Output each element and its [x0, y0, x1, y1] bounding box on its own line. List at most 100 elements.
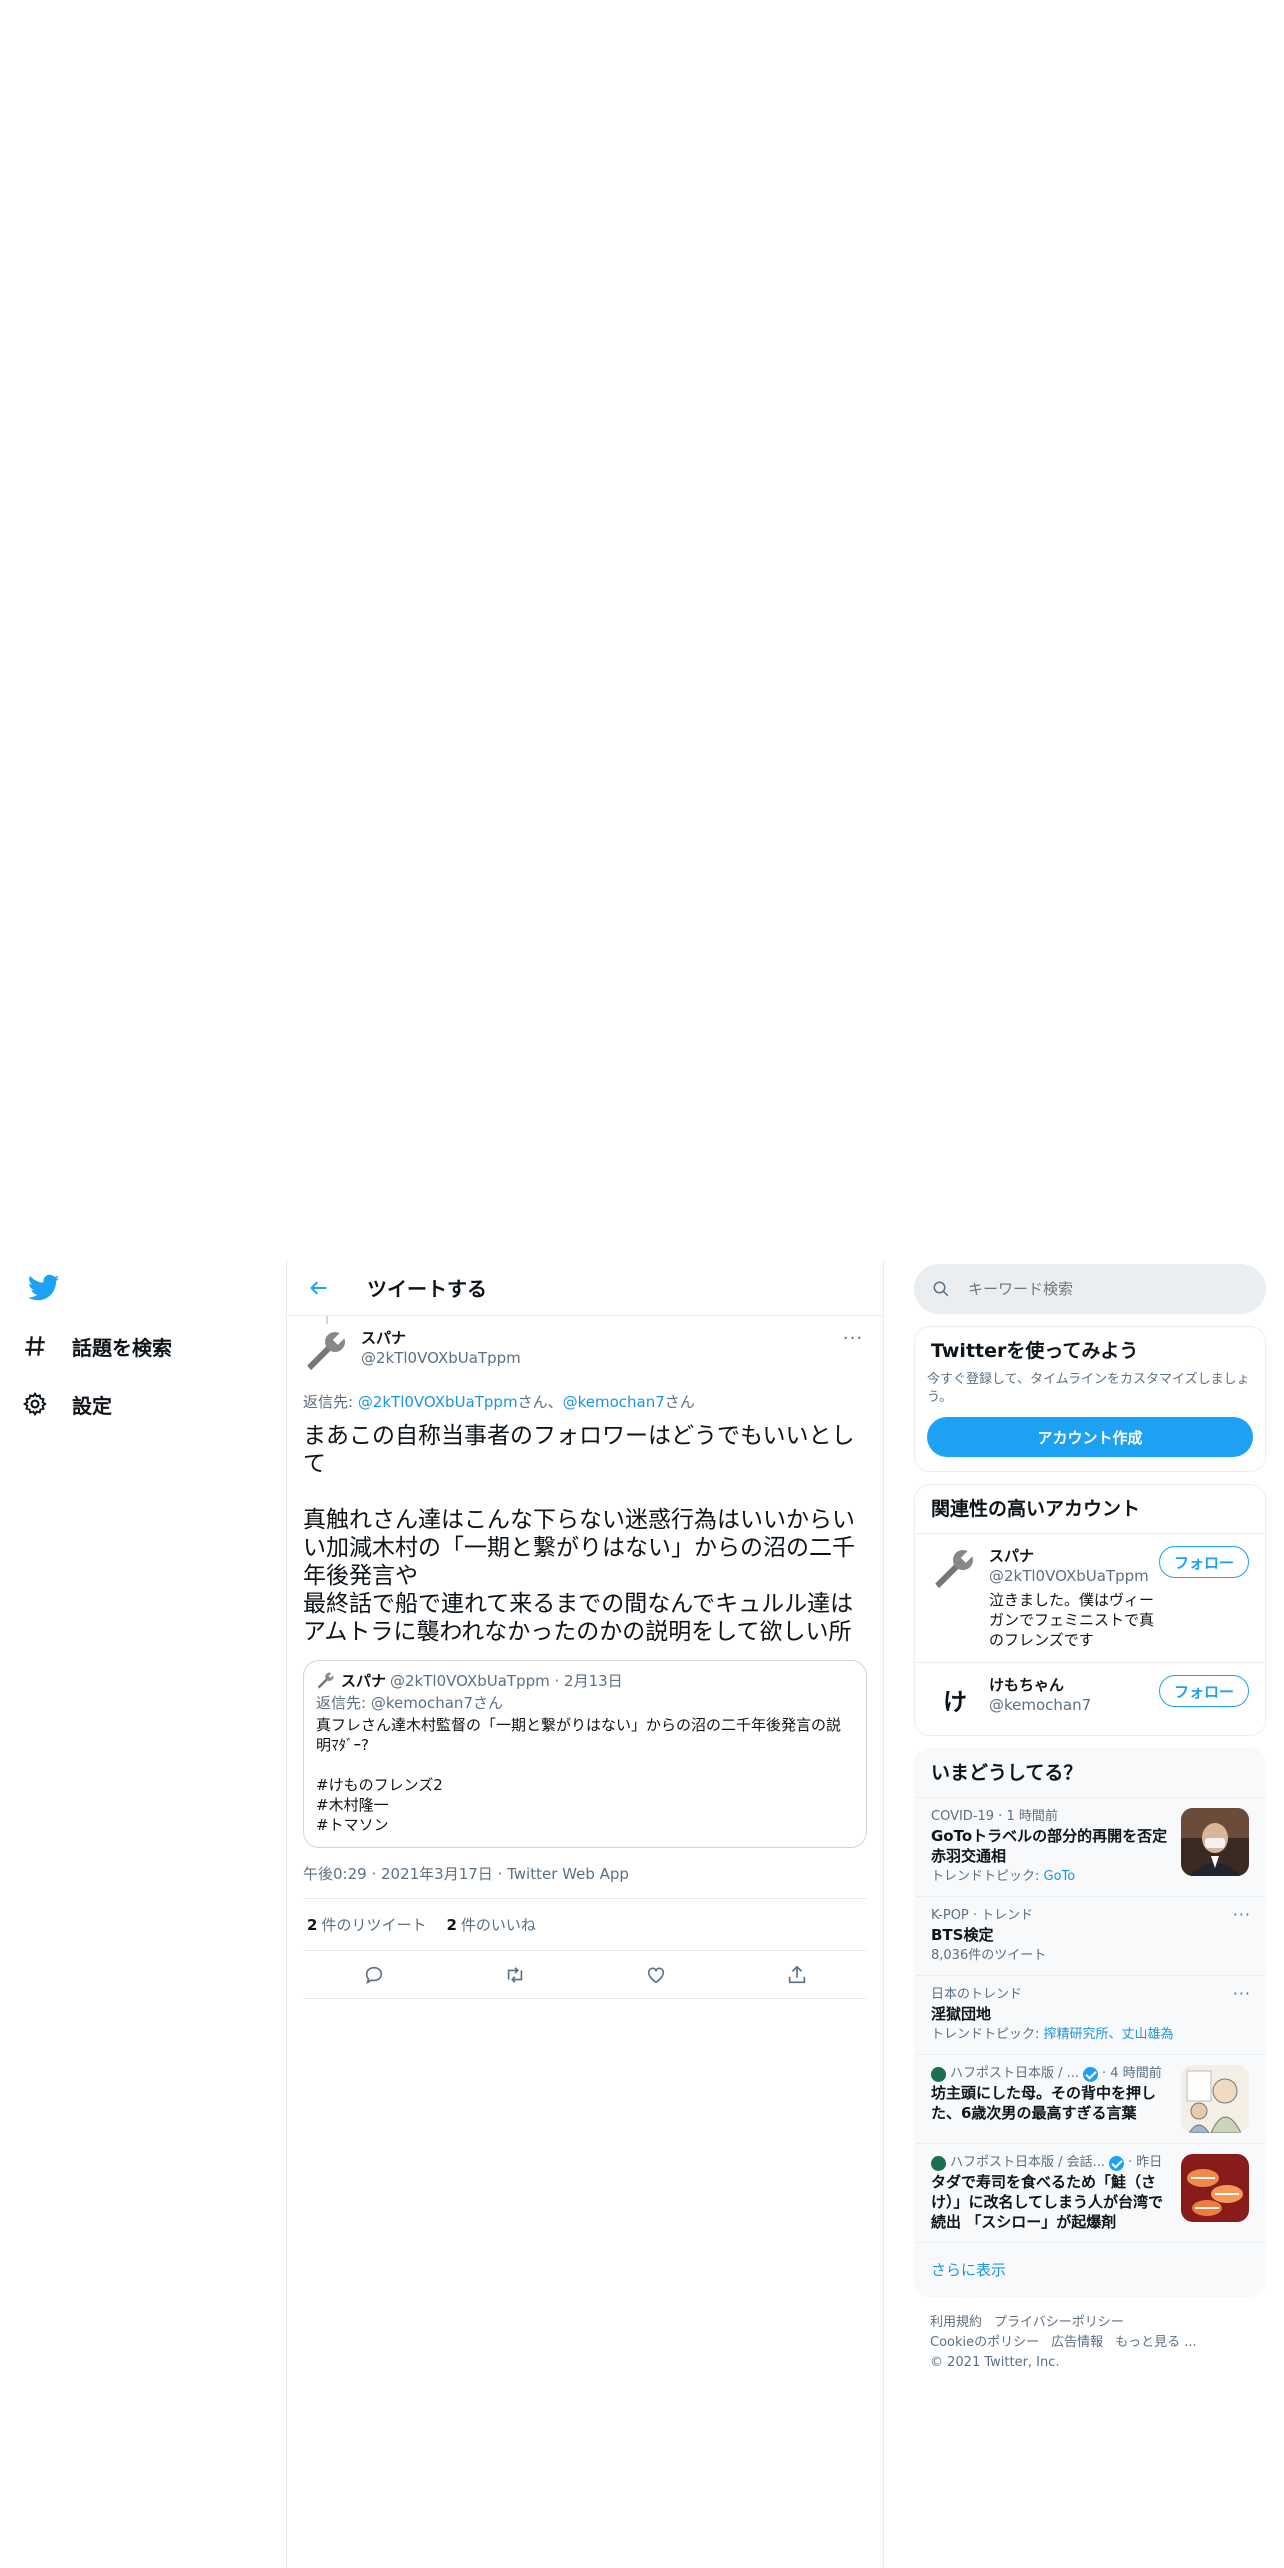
main-header: ツイートする	[287, 1260, 883, 1316]
related-accounts-card: 関連性の高いアカウント スパナ @2kTl0VOXbUaTppm 泣きました。僕…	[914, 1484, 1266, 1736]
reply-user-link[interactable]: @2kTl0VOXbUaTppm	[358, 1393, 518, 1411]
trend-title: 淫獄団地	[931, 2005, 992, 2023]
nav-item-label: 設定	[72, 1393, 112, 1418]
main-column: ツイートする スパナ @2kTl0VOXbUaTppm ··· 返信先: @2k…	[286, 1260, 884, 2568]
nav-item-settings[interactable]: 設定	[22, 1376, 112, 1432]
quote-header: スパナ @2kTl0VOXbUaTppm · 2月13日	[316, 1671, 854, 1691]
reply-user-link[interactable]: @kemochan7	[563, 1393, 665, 1411]
trend-sub: 8,036件のツイート	[931, 1948, 1047, 1963]
hashtag-icon	[22, 1331, 72, 1361]
trend-topic-link[interactable]: GoTo	[1044, 1869, 1076, 1884]
more-options-icon[interactable]: ···	[1233, 1905, 1251, 1924]
reply-icon[interactable]	[354, 1955, 394, 1995]
reply-to: 返信先: @2kTl0VOXbUaTppmさん、@kemochan7さん	[303, 1392, 867, 1412]
more-options-icon[interactable]: ···	[1233, 1984, 1251, 2003]
signup-title: Twitterを使ってみよう	[931, 1340, 1139, 1362]
author-handle[interactable]: @2kTl0VOXbUaTppm	[361, 1348, 839, 1368]
trends-title: いまどうしてる？	[931, 1762, 1083, 1784]
footer-link[interactable]: Cookieのポリシー	[930, 2335, 1039, 2350]
tweet-actions	[303, 1951, 867, 1999]
reply-prefix: 返信先:	[303, 1393, 358, 1411]
trend-thumbnail	[1181, 2065, 1249, 2133]
tweet-author-row: スパナ @2kTl0VOXbUaTppm ···	[303, 1316, 867, 1376]
left-nav: 話題を検索 設定	[0, 1260, 286, 2568]
retweet-count[interactable]: 2 件のリツイート	[307, 1914, 426, 1935]
quote-reply-to: 返信先: @kemochan7さん	[316, 1694, 503, 1712]
trend-item[interactable]: 日本のトレンド 淫獄団地 トレンドトピック: 搾精研究所、丈山雄為 ···	[915, 1975, 1265, 2054]
search-input[interactable]	[968, 1280, 1228, 1298]
trend-title: GoToトラベルの部分的再開を否定 赤羽交通相	[931, 1827, 1168, 1865]
follow-button[interactable]: フォロー	[1158, 1546, 1249, 1578]
trend-item[interactable]: ハフポスト日本版 / 会話... · 昨日 タダで寿司を食べるため「鮭（さけ）」に…	[915, 2143, 1265, 2242]
trend-item[interactable]: K-POP · トレンド BTS検定 8,036件のツイート ···	[915, 1896, 1265, 1975]
account-item[interactable]: スパナ @2kTl0VOXbUaTppm 泣きました。僕はヴィーガンでフェミニス…	[915, 1533, 1265, 1662]
verified-icon	[1083, 2066, 1099, 2082]
account-info: けもちゃん @kemochan7	[989, 1675, 1159, 1715]
trend-item[interactable]: COVID-19 · 1 時間前 GoToトラベルの部分的再開を否定 赤羽交通相…	[915, 1797, 1265, 1896]
quoted-tweet[interactable]: スパナ @2kTl0VOXbUaTppm · 2月13日 返信先: @kemoc…	[303, 1660, 867, 1848]
related-title: 関連性の高いアカウント	[931, 1498, 1141, 1520]
trend-time: · 4 時間前	[1102, 2066, 1162, 2081]
trend-info: COVID-19 · 1 時間前 GoToトラベルの部分的再開を否定 赤羽交通相…	[931, 1808, 1171, 1886]
avatar[interactable]	[303, 1328, 351, 1376]
trend-item[interactable]: ハフポスト日本版 / ... · 4 時間前 坊主頭にした母。その背中を押した、6…	[915, 2054, 1265, 2143]
account-item[interactable]: け けもちゃん @kemochan7 フォロー	[915, 1662, 1265, 1735]
trend-sub: トレンドトピック: 搾精研究所、丈山雄為	[931, 2026, 1249, 2044]
tweet-stats: 2 件のリツイート 2 件のいいね	[303, 1899, 867, 1951]
like-label: 件のいいね	[460, 1916, 536, 1934]
blank-area	[0, 0, 1284, 1260]
trend-title: タダで寿司を食べるため「鮭（さけ）」に改名してしまう人が台湾で続出 「スシロー」…	[931, 2173, 1164, 2231]
author-name[interactable]: スパナ	[361, 1328, 839, 1348]
publisher-icon	[931, 2155, 946, 2171]
trend-source: ハフポスト日本版 / ...	[950, 2066, 1080, 2081]
avatar: け	[931, 1675, 979, 1723]
retweet-icon[interactable]	[495, 1955, 535, 1995]
more-options-icon[interactable]: ···	[839, 1328, 867, 1349]
show-more-link[interactable]: さらに表示	[915, 2242, 1265, 2296]
trend-thumbnail	[1181, 1808, 1249, 1876]
trend-meta: ハフポスト日本版 / 会話... · 昨日	[931, 2154, 1171, 2172]
trend-meta: COVID-19 · 1 時間前	[931, 1809, 1058, 1824]
signup-desc: 今すぐ登録して、タイムラインをカスタマイズしましょう。	[927, 1372, 1250, 1405]
account-name: スパナ	[989, 1547, 1035, 1565]
footer: 利用規約 プライバシーポリシー Cookieのポリシー 広告情報 もっと見る ... …	[914, 2297, 1266, 2389]
trend-source: ハフポスト日本版 / 会話...	[950, 2155, 1106, 2170]
trend-info: K-POP · トレンド BTS検定 8,036件のツイート	[931, 1907, 1249, 1965]
publisher-icon	[931, 2066, 946, 2082]
like-icon[interactable]	[636, 1955, 676, 1995]
quote-author-name: スパナ	[341, 1672, 387, 1690]
account-name: けもちゃん	[989, 1676, 1065, 1694]
thread-line	[326, 1316, 328, 1324]
account-handle: @kemochan7	[989, 1696, 1092, 1714]
like-count[interactable]: 2 件のいいね	[446, 1914, 535, 1935]
trend-topic-link[interactable]: 搾精研究所、丈山雄為	[1044, 2027, 1174, 2042]
twitter-bird-icon[interactable]	[27, 1274, 62, 1304]
verified-icon	[1109, 2155, 1125, 2171]
search-bar[interactable]	[914, 1264, 1266, 1314]
footer-link[interactable]: プライバシーポリシー	[994, 2315, 1124, 2330]
reply-suffix: さん	[664, 1393, 695, 1411]
trend-meta: K-POP · トレンド	[931, 1908, 1034, 1923]
reply-sep: さん、	[517, 1393, 563, 1411]
tweet-text: まあこの自称当事者のフォロワーはどうでもいいとして 真触れさん達はこんな下らない…	[303, 1423, 855, 1645]
like-number: 2	[446, 1916, 457, 1934]
copyright: © 2021 Twitter, Inc.	[930, 2355, 1060, 2370]
share-icon[interactable]	[777, 1955, 817, 1995]
back-button[interactable]	[301, 1270, 337, 1306]
trend-title: BTS検定	[931, 1926, 994, 1944]
trend-info: 日本のトレンド 淫獄団地 トレンドトピック: 搾精研究所、丈山雄為	[931, 1986, 1249, 2044]
tweet-timestamp[interactable]: 午後0:29 · 2021年3月17日 · Twitter Web App	[303, 1864, 867, 1899]
footer-row: Cookieのポリシー 広告情報 もっと見る ...	[930, 2333, 1250, 2353]
follow-button[interactable]: フォロー	[1158, 1675, 1249, 1707]
nav-item-explore[interactable]: 話題を検索	[22, 1318, 172, 1374]
trend-meta: ハフポスト日本版 / ... · 4 時間前	[931, 2065, 1171, 2083]
right-sidebar: Twitterを使ってみよう 今すぐ登録して、タイムラインをカスタマイズしましょ…	[914, 1260, 1266, 2568]
trend-sub-prefix: トレンドトピック:	[931, 2027, 1044, 2042]
footer-link[interactable]: 広告情報	[1051, 2335, 1103, 2350]
quote-text: 真フレさん達木村監督の「一期と繋がりはない」からの沼の二千年後発言の説明ﾏﾀﾞｰ…	[316, 1716, 842, 1834]
page-title: ツイートする	[367, 1277, 487, 1301]
footer-link[interactable]: 利用規約	[930, 2315, 982, 2330]
footer-link[interactable]: もっと見る ...	[1115, 2335, 1197, 2350]
create-account-button[interactable]: アカウント作成	[927, 1417, 1253, 1457]
avatar-char: け	[943, 1687, 967, 1716]
